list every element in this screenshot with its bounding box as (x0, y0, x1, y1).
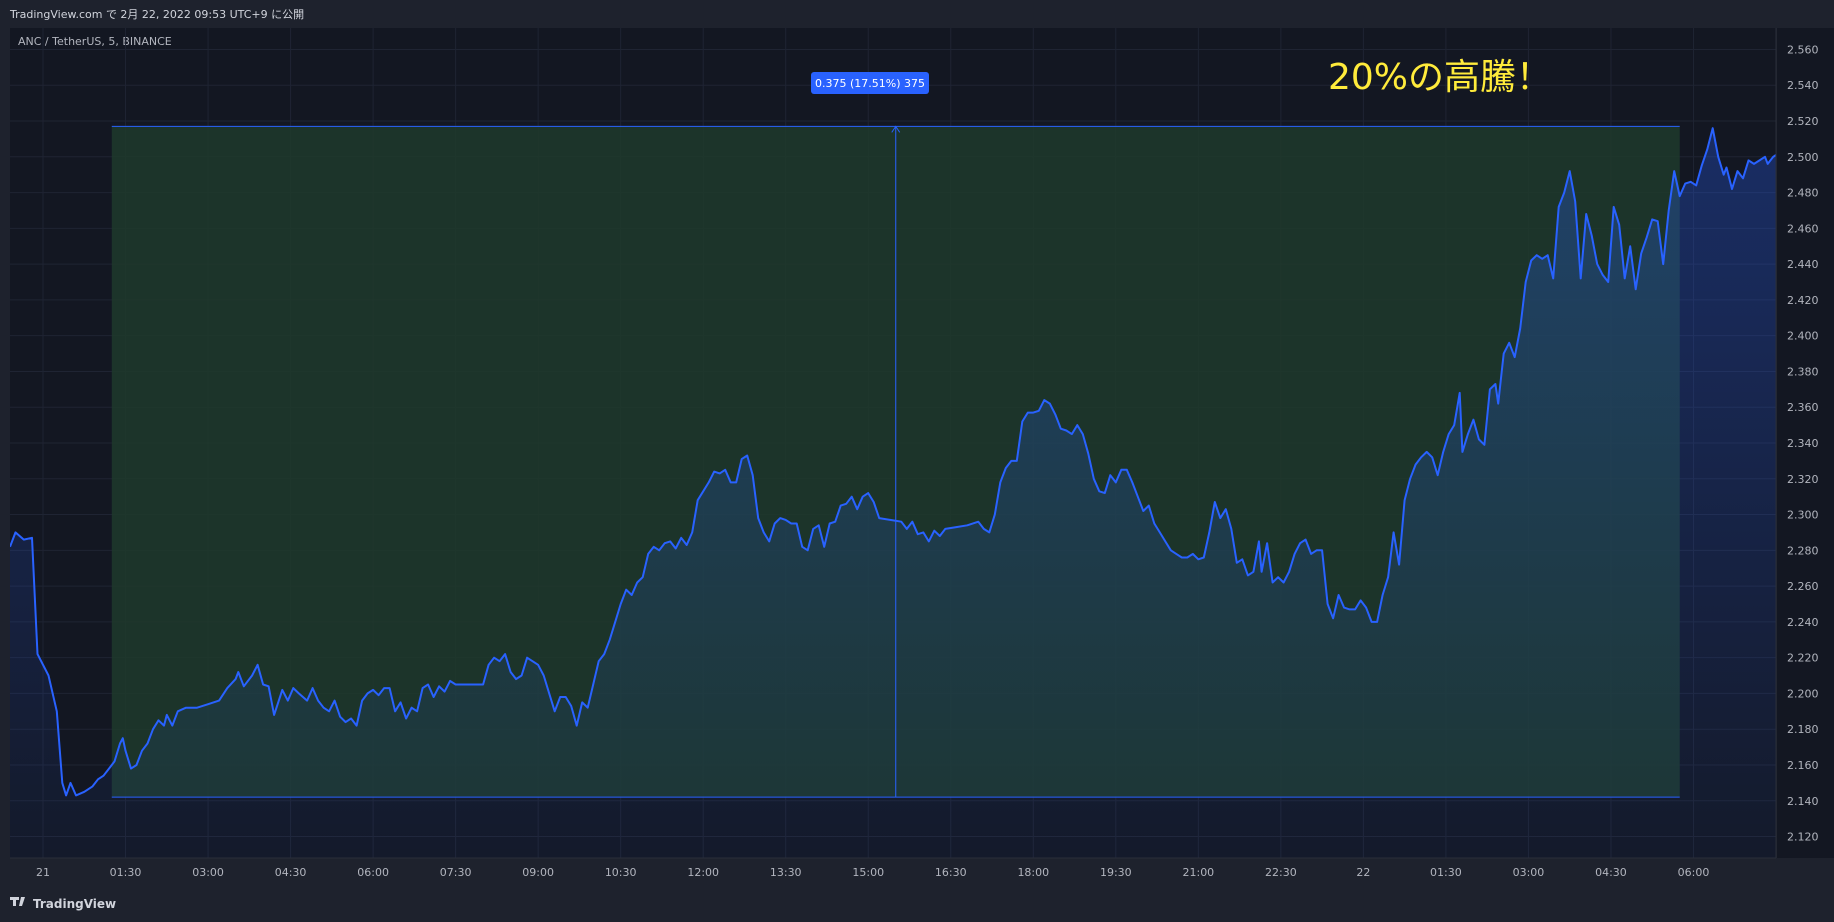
time-tick-label: 13:30 (770, 866, 802, 879)
price-tick-label: 2.340 (1787, 437, 1819, 450)
time-tick-label: 15:00 (852, 866, 884, 879)
time-tick-label: 22 (1356, 866, 1370, 879)
footer-brand: TradingView (33, 897, 116, 911)
price-tick-label: 2.540 (1787, 79, 1819, 92)
time-tick-label: 01:30 (1430, 866, 1462, 879)
time-tick-label: 06:00 (1678, 866, 1710, 879)
price-tick-label: 2.400 (1787, 330, 1819, 343)
price-tick-label: 2.240 (1787, 616, 1819, 629)
price-tick-label: 2.180 (1787, 723, 1819, 736)
time-tick-label: 06:00 (357, 866, 389, 879)
price-tick-label: 2.160 (1787, 759, 1819, 772)
symbol-label: ANC / TetherUS, 5, BINANCE (18, 35, 172, 48)
price-tick-label: 2.520 (1787, 115, 1819, 128)
price-tick-label: 2.440 (1787, 258, 1819, 271)
price-tick-label: 2.380 (1787, 365, 1819, 378)
time-tick-label: 19:30 (1100, 866, 1132, 879)
time-tick-label: 16:30 (935, 866, 967, 879)
annotation-text: 20%の高騰！ (1328, 57, 1552, 98)
price-tick-label: 2.220 (1787, 652, 1819, 665)
time-tick-label: 10:30 (605, 866, 637, 879)
time-axis: 21 01:30 03:00 04:30 06:00 07:30 09:00 10:30 12:… (36, 866, 1709, 879)
time-tick-label: 01:30 (110, 866, 142, 879)
price-tick-label: 2.480 (1787, 187, 1819, 200)
time-tick-label: 07:30 (440, 866, 472, 879)
publish-header: TradingView.com で 2月 22, 2022 09:53 UTC+… (9, 8, 304, 21)
price-tick-label: 2.360 (1787, 401, 1819, 414)
price-tick-label: 2.300 (1787, 509, 1819, 522)
time-tick-label: 21:00 (1182, 866, 1214, 879)
price-tick-label: 2.120 (1787, 831, 1819, 844)
time-tick-label: 03:00 (1513, 866, 1545, 879)
measure-label: 0.375 (17.51%) 375 (811, 72, 929, 94)
measure-label-text: 0.375 (17.51%) 375 (815, 77, 925, 90)
time-tick-label: 09:00 (522, 866, 554, 879)
price-chart: TradingView.com で 2月 22, 2022 09:53 UTC+… (0, 0, 1834, 922)
time-tick-label: 12:00 (687, 866, 719, 879)
price-tick-label: 2.560 (1787, 43, 1819, 56)
time-tick-label: 04:30 (275, 866, 307, 879)
price-tick-label: 2.260 (1787, 580, 1819, 593)
price-tick-label: 2.460 (1787, 222, 1819, 235)
time-tick-label: 04:30 (1595, 866, 1627, 879)
price-tick-label: 2.420 (1787, 294, 1819, 307)
price-tick-label: 2.280 (1787, 544, 1819, 557)
time-tick-label: 21 (36, 866, 50, 879)
time-tick-label: 03:00 (192, 866, 224, 879)
price-axis: 2.560 2.540 2.520 2.500 2.480 2.460 2.440 2.420… (1787, 43, 1819, 843)
price-tick-label: 2.320 (1787, 473, 1819, 486)
price-tick-label: 2.200 (1787, 687, 1819, 700)
time-tick-label: 18:00 (1017, 866, 1049, 879)
price-tick-label: 2.140 (1787, 795, 1819, 808)
price-tick-label: 2.500 (1787, 151, 1819, 164)
time-tick-label: 22:30 (1265, 866, 1297, 879)
